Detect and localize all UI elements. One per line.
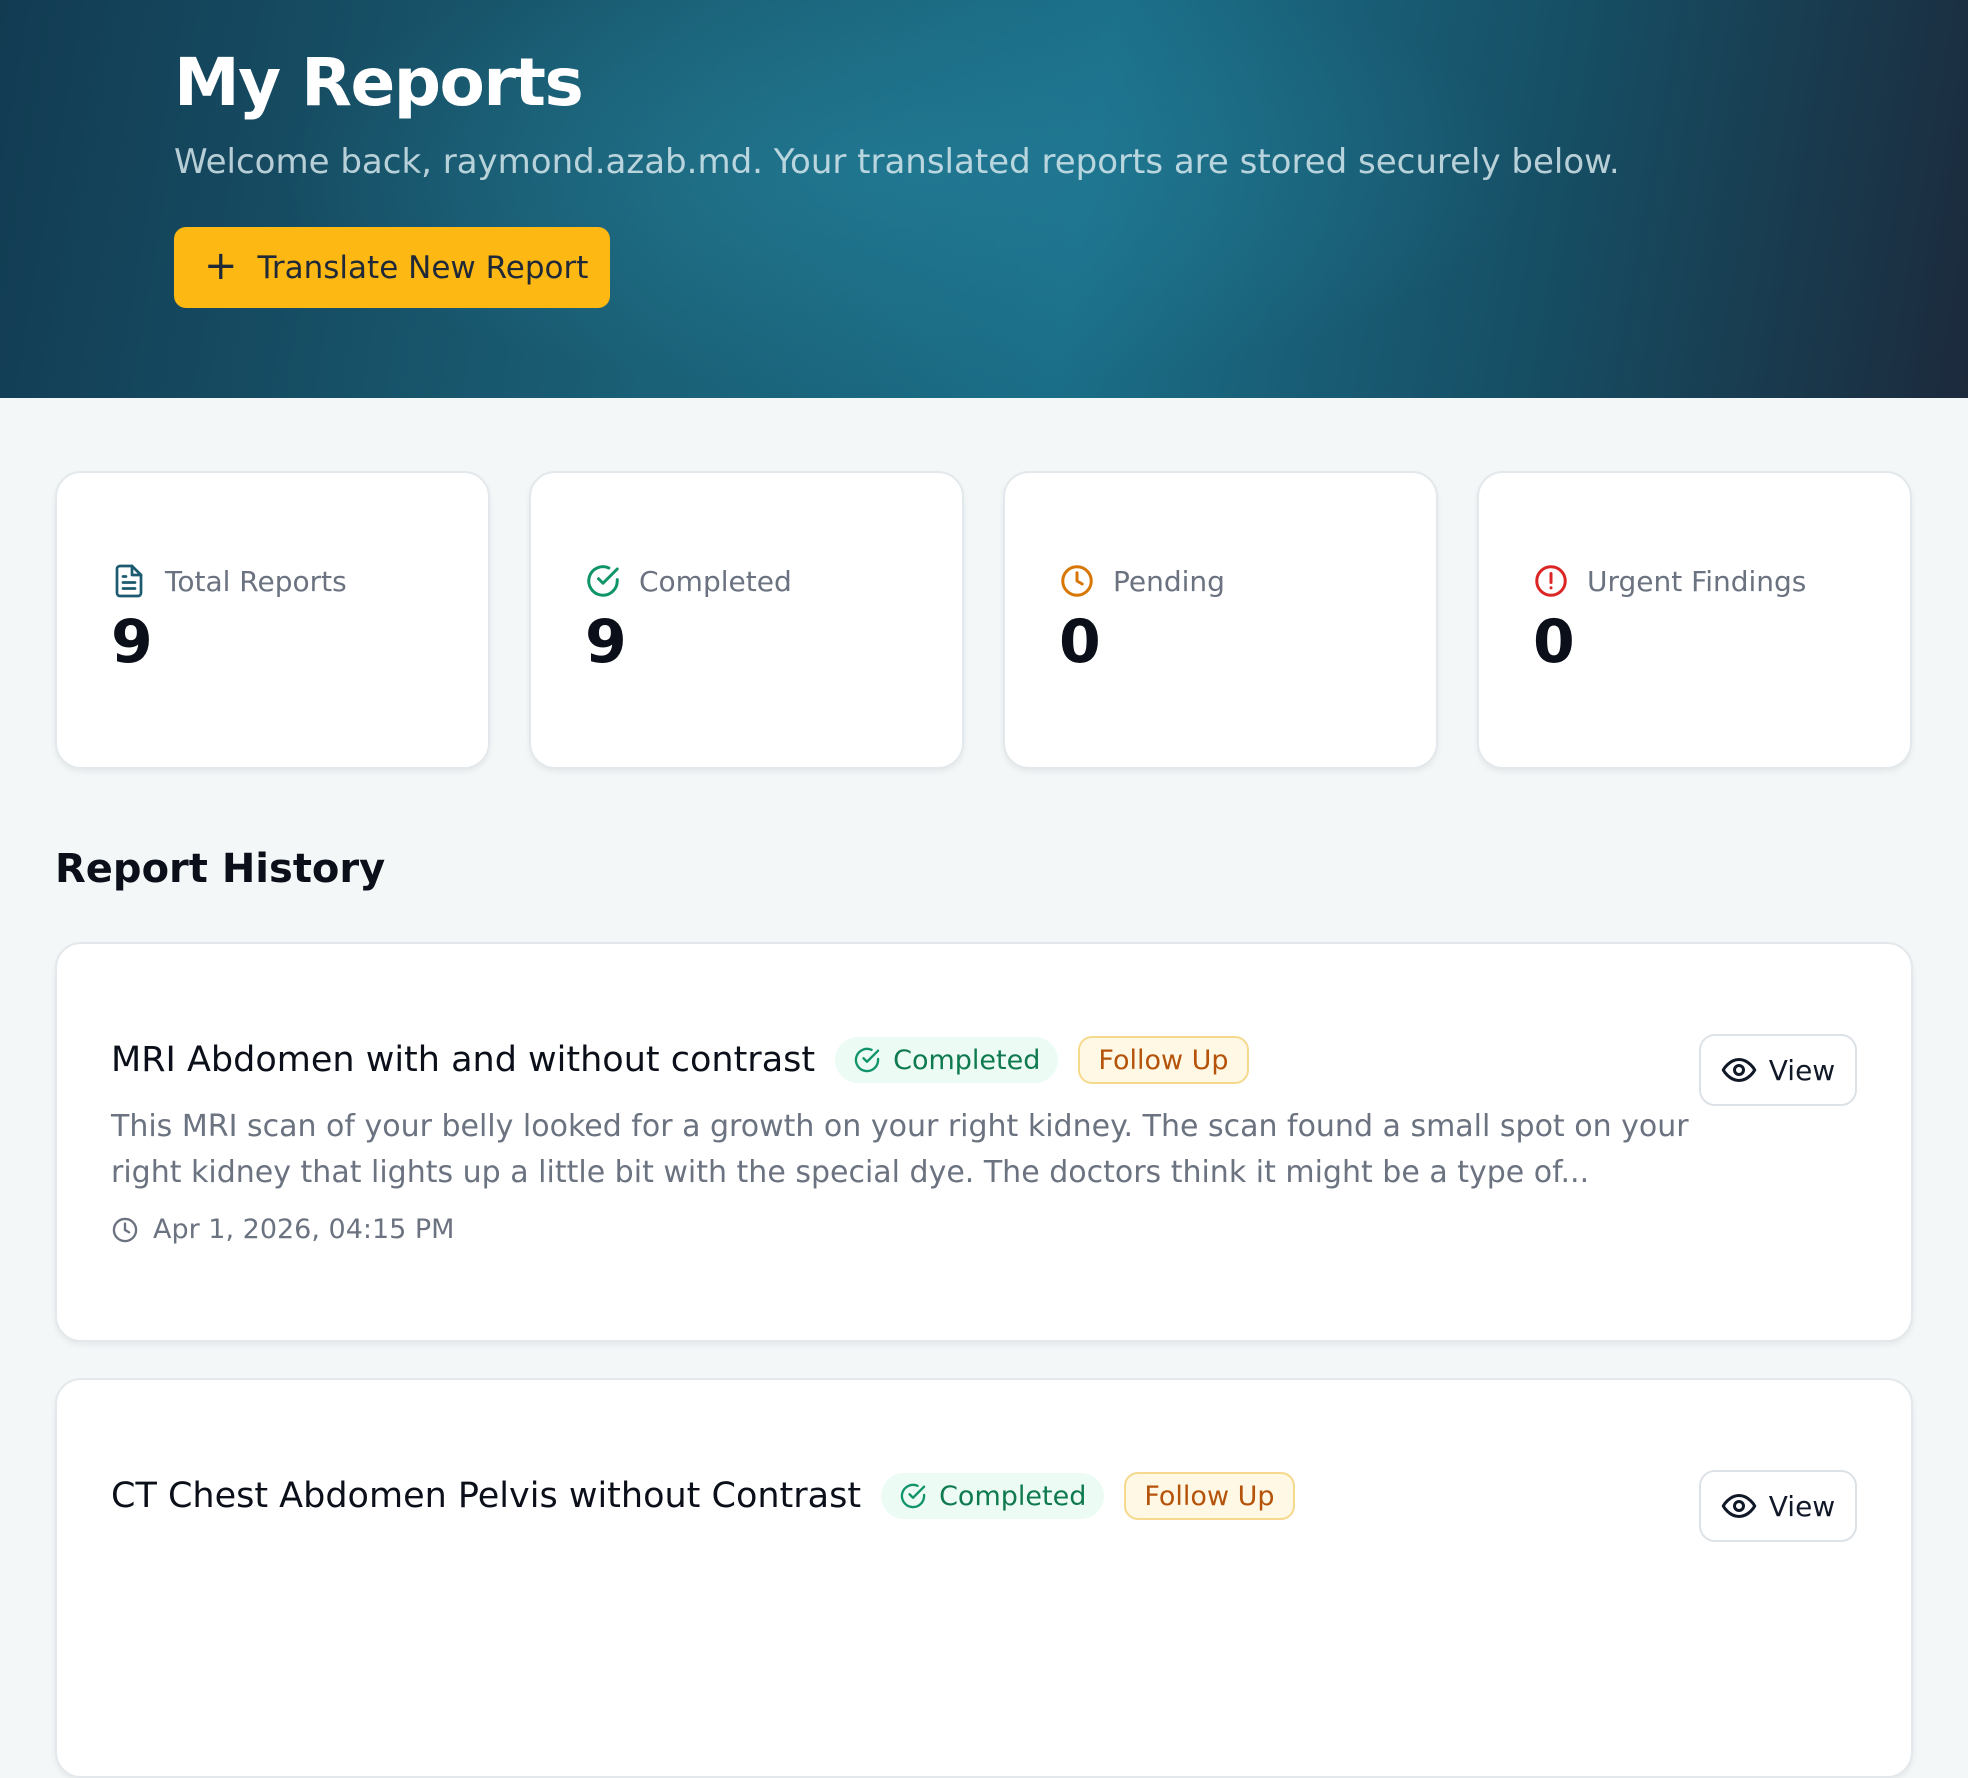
stat-label: Pending [1113, 564, 1225, 598]
stat-label: Completed [639, 564, 792, 598]
status-badge: Completed [835, 1037, 1059, 1083]
view-report-button[interactable]: View [1699, 1470, 1857, 1542]
check-circle-icon [854, 1047, 880, 1073]
eye-icon [1721, 1058, 1757, 1082]
report-title: CT Chest Abdomen Pelvis without Contrast [111, 1476, 862, 1516]
stat-card-urgent-findings: Urgent Findings 0 [1477, 471, 1912, 769]
status-badge: Completed [881, 1473, 1105, 1519]
follow-up-badge: Follow Up [1124, 1472, 1295, 1520]
plus-icon: + [204, 242, 238, 289]
clock-icon [1061, 565, 1093, 597]
stat-value: 9 [111, 607, 153, 677]
report-date: Apr 1, 2026, 04:15 PM [111, 1214, 454, 1245]
stat-value: 9 [585, 607, 627, 677]
view-report-button[interactable]: View [1699, 1034, 1857, 1106]
check-circle-icon [900, 1483, 926, 1509]
view-button-label: View [1768, 1489, 1836, 1523]
view-button-label: View [1768, 1053, 1836, 1087]
alert-circle-icon [1535, 565, 1567, 597]
welcome-message: Welcome back, raymond.azab.md. Your tran… [174, 142, 1620, 182]
stat-card-pending: Pending 0 [1003, 471, 1438, 769]
status-badge-label: Completed [893, 1044, 1041, 1076]
section-title-report-history: Report History [55, 846, 386, 892]
report-card: MRI Abdomen with and without contrast Co… [55, 942, 1913, 1342]
document-icon [115, 564, 143, 598]
eye-icon [1721, 1494, 1757, 1518]
report-card: CT Chest Abdomen Pelvis without Contrast… [55, 1378, 1913, 1778]
page-title: My Reports [174, 44, 584, 121]
stat-label: Total Reports [165, 564, 347, 598]
follow-up-badge: Follow Up [1078, 1036, 1249, 1084]
translate-new-report-button[interactable]: + Translate New Report [174, 227, 610, 308]
check-circle-icon [587, 565, 619, 597]
stat-card-completed: Completed 9 [529, 471, 964, 769]
clock-icon [112, 1217, 138, 1242]
stat-label: Urgent Findings [1587, 564, 1807, 598]
stat-value: 0 [1059, 607, 1101, 677]
report-title: MRI Abdomen with and without contrast [111, 1040, 816, 1080]
translate-new-report-label: Translate New Report [257, 249, 589, 286]
report-date-text: Apr 1, 2026, 04:15 PM [153, 1214, 455, 1245]
status-badge-label: Completed [939, 1480, 1087, 1512]
hero-banner: My Reports Welcome back, raymond.azab.md… [0, 0, 1968, 398]
report-summary: This MRI scan of your belly looked for a… [111, 1109, 1689, 1190]
stat-value: 0 [1533, 607, 1575, 677]
stat-card-total-reports: Total Reports 9 [55, 471, 490, 769]
